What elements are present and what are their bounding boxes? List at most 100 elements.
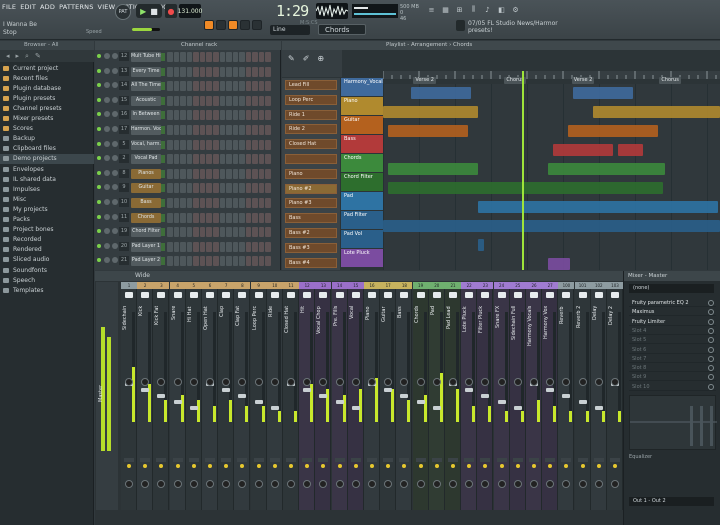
- slot-toggle[interactable]: [708, 383, 714, 390]
- step[interactable]: [258, 66, 265, 77]
- channel-led[interactable]: [97, 83, 101, 88]
- stereo-knob[interactable]: [416, 480, 425, 488]
- step[interactable]: [252, 110, 258, 121]
- volume-fader[interactable]: [303, 388, 312, 392]
- menu-view[interactable]: VIEW: [98, 3, 116, 11]
- master-strip[interactable]: Master: [96, 282, 118, 510]
- mixer-strip[interactable]: 7 Clap: [218, 282, 235, 510]
- volume-fader[interactable]: [270, 406, 279, 410]
- pan-knob[interactable]: [104, 53, 110, 59]
- step-sequencer[interactable]: [167, 110, 271, 121]
- step[interactable]: [245, 227, 252, 238]
- step[interactable]: [265, 81, 271, 92]
- channel-led[interactable]: [97, 214, 101, 219]
- step[interactable]: [167, 125, 173, 135]
- eq-panel[interactable]: [629, 395, 717, 450]
- step[interactable]: [199, 110, 206, 121]
- step[interactable]: [199, 52, 206, 62]
- step[interactable]: [226, 227, 232, 238]
- step[interactable]: [258, 52, 265, 62]
- preset-selector[interactable]: (none): [629, 284, 714, 293]
- mixer-strip[interactable]: 12 Hit: [299, 282, 316, 510]
- step[interactable]: [212, 212, 219, 223]
- mixer-track-number[interactable]: 20: [119, 241, 129, 251]
- step[interactable]: [212, 241, 219, 252]
- channel-row[interactable]: 11 Chords: [95, 212, 281, 224]
- pencil-icon[interactable]: ✎: [288, 54, 295, 73]
- send-indicator[interactable]: [127, 464, 131, 468]
- route-slot[interactable]: [269, 458, 280, 462]
- step[interactable]: [226, 81, 232, 92]
- step[interactable]: [265, 110, 271, 121]
- track-header[interactable]: Pad Filter: [341, 211, 383, 229]
- step[interactable]: [167, 154, 173, 165]
- step[interactable]: [232, 212, 239, 223]
- step[interactable]: [193, 241, 199, 252]
- stereo-knob[interactable]: [335, 480, 344, 488]
- step[interactable]: [258, 198, 265, 208]
- route-slot[interactable]: [318, 458, 329, 462]
- step[interactable]: [193, 183, 199, 194]
- channel-select[interactable]: [161, 184, 165, 193]
- pan-knob[interactable]: [270, 378, 279, 386]
- step[interactable]: [265, 212, 271, 223]
- step[interactable]: [252, 212, 258, 223]
- route-slot[interactable]: [205, 458, 215, 462]
- channel-rack-title[interactable]: Channel rack: [95, 41, 281, 50]
- track-header[interactable]: Guitar: [341, 116, 383, 134]
- step[interactable]: [206, 66, 212, 77]
- browser-title[interactable]: Browser - All: [0, 41, 94, 50]
- send-indicator[interactable]: [272, 464, 277, 468]
- step[interactable]: [239, 227, 245, 238]
- mixer-track-number[interactable]: 12: [119, 52, 129, 61]
- channel-led[interactable]: [97, 156, 101, 161]
- pan-knob[interactable]: [104, 82, 110, 89]
- step[interactable]: [219, 52, 226, 62]
- snap-selector[interactable]: Line: [270, 25, 310, 35]
- pan-knob[interactable]: [104, 228, 110, 235]
- channel-name-button[interactable]: Vocal, harm.: [131, 139, 161, 150]
- channel-row[interactable]: 2 Vocal Pad: [95, 153, 281, 165]
- channel-row[interactable]: 8 Pianos: [95, 168, 281, 180]
- channel-row[interactable]: 19 Chord Filter: [95, 226, 281, 238]
- pan-knob[interactable]: [611, 378, 619, 386]
- browser-item[interactable]: Backup: [0, 134, 94, 144]
- step[interactable]: [167, 168, 173, 179]
- step[interactable]: [186, 125, 193, 135]
- stereo-knob[interactable]: [513, 480, 522, 488]
- volume-knob[interactable]: [112, 184, 118, 191]
- browser-item[interactable]: Impulses: [0, 184, 94, 194]
- step[interactable]: [239, 110, 245, 121]
- effect-slot[interactable]: Slot 4: [629, 327, 716, 335]
- step[interactable]: [193, 139, 199, 150]
- volume-knob[interactable]: [112, 140, 118, 147]
- stop-icon[interactable]: ■: [150, 7, 158, 16]
- step-sequencer[interactable]: [167, 227, 271, 238]
- zoom-icon[interactable]: ⊕: [317, 54, 324, 73]
- mixer-strip[interactable]: 19 Chords: [412, 282, 429, 510]
- step[interactable]: [219, 154, 226, 165]
- step[interactable]: [167, 241, 173, 252]
- send-indicator[interactable]: [564, 464, 569, 468]
- mixer-strip[interactable]: 15 Vocal: [347, 282, 364, 510]
- step[interactable]: [226, 52, 232, 62]
- volume-fader[interactable]: [416, 400, 425, 404]
- step[interactable]: [173, 154, 180, 165]
- step[interactable]: [265, 241, 271, 252]
- pan-knob[interactable]: [497, 378, 506, 386]
- route-slot[interactable]: [172, 458, 183, 462]
- route-slot[interactable]: [529, 458, 539, 462]
- step[interactable]: [186, 168, 193, 179]
- step[interactable]: [245, 183, 252, 194]
- step-sequencer[interactable]: [167, 241, 271, 252]
- mixer-track-number[interactable]: 14: [119, 81, 129, 91]
- back-icon[interactable]: ◂: [6, 52, 10, 60]
- step[interactable]: [212, 256, 219, 267]
- step[interactable]: [212, 227, 219, 238]
- pan-knob[interactable]: [104, 155, 110, 162]
- channel-led[interactable]: [97, 185, 101, 190]
- channel-row[interactable]: 21 Pad Layer 2: [95, 255, 281, 267]
- pan-knob[interactable]: [368, 378, 376, 386]
- step[interactable]: [252, 52, 258, 62]
- record-button[interactable]: ●: [165, 4, 177, 18]
